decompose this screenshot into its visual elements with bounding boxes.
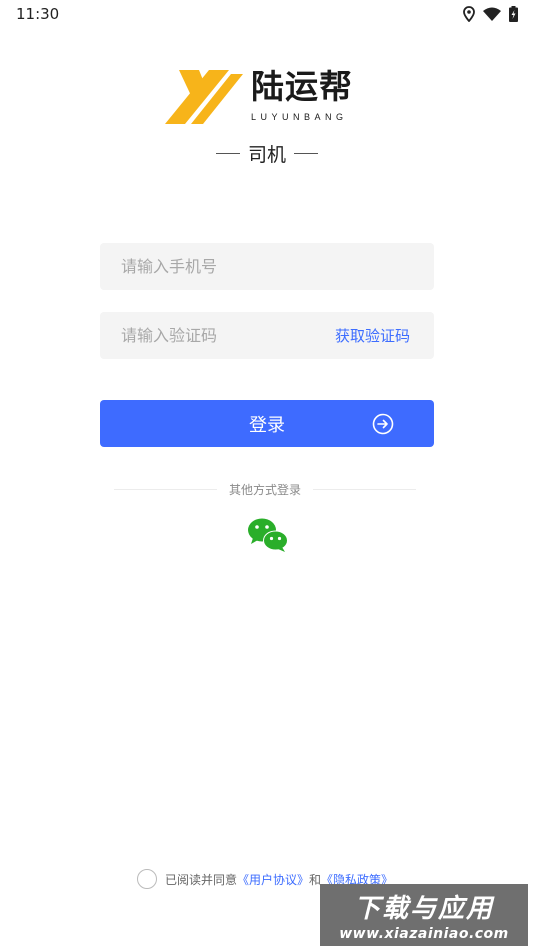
phone-field[interactable] xyxy=(100,243,434,290)
status-bar: 11:30 xyxy=(0,0,534,28)
status-time: 11:30 xyxy=(16,5,60,23)
watermark-url: www.xiazainiao.com xyxy=(339,926,509,942)
logo-name-en: LUYUNBANG xyxy=(251,112,348,122)
logo-text: 陆运帮 LUYUNBANG xyxy=(251,67,353,123)
code-field[interactable]: 获取验证码 xyxy=(100,312,434,359)
watermark: 下载与应用 www.xiazainiao.com xyxy=(320,884,528,946)
wechat-icon[interactable] xyxy=(247,517,289,553)
code-input[interactable] xyxy=(121,326,321,345)
role-label: 司机 xyxy=(247,143,286,166)
divider-line-right xyxy=(313,488,417,490)
arrow-right-circle-icon xyxy=(372,413,394,435)
app-logo: 陆运帮 LUYUNBANG xyxy=(165,68,375,126)
other-login-divider: 其他方式登录 xyxy=(114,478,417,500)
get-code-button[interactable]: 获取验证码 xyxy=(335,325,410,346)
logo-mark-icon xyxy=(165,70,243,124)
phone-input[interactable] xyxy=(121,257,321,276)
wifi-icon xyxy=(483,7,501,21)
watermark-title: 下载与应用 xyxy=(353,894,494,924)
user-agreement-link[interactable]: 《用户协议》 xyxy=(237,871,309,888)
login-button[interactable]: 登录 xyxy=(100,400,434,447)
login-button-label: 登录 xyxy=(249,414,285,436)
agreement-checkbox[interactable] xyxy=(137,869,157,889)
status-icons xyxy=(463,6,518,22)
role-row: 司机 xyxy=(0,138,534,168)
role-divider-right xyxy=(294,152,318,154)
agreement-prefix: 已阅读并同意 xyxy=(165,872,238,887)
divider-line-left xyxy=(114,488,217,490)
battery-charging-icon xyxy=(509,6,518,22)
location-icon xyxy=(463,6,475,22)
role-divider-left xyxy=(215,152,240,154)
other-login-label: 其他方式登录 xyxy=(229,482,302,497)
logo-name-cn: 陆运帮 xyxy=(251,67,353,106)
